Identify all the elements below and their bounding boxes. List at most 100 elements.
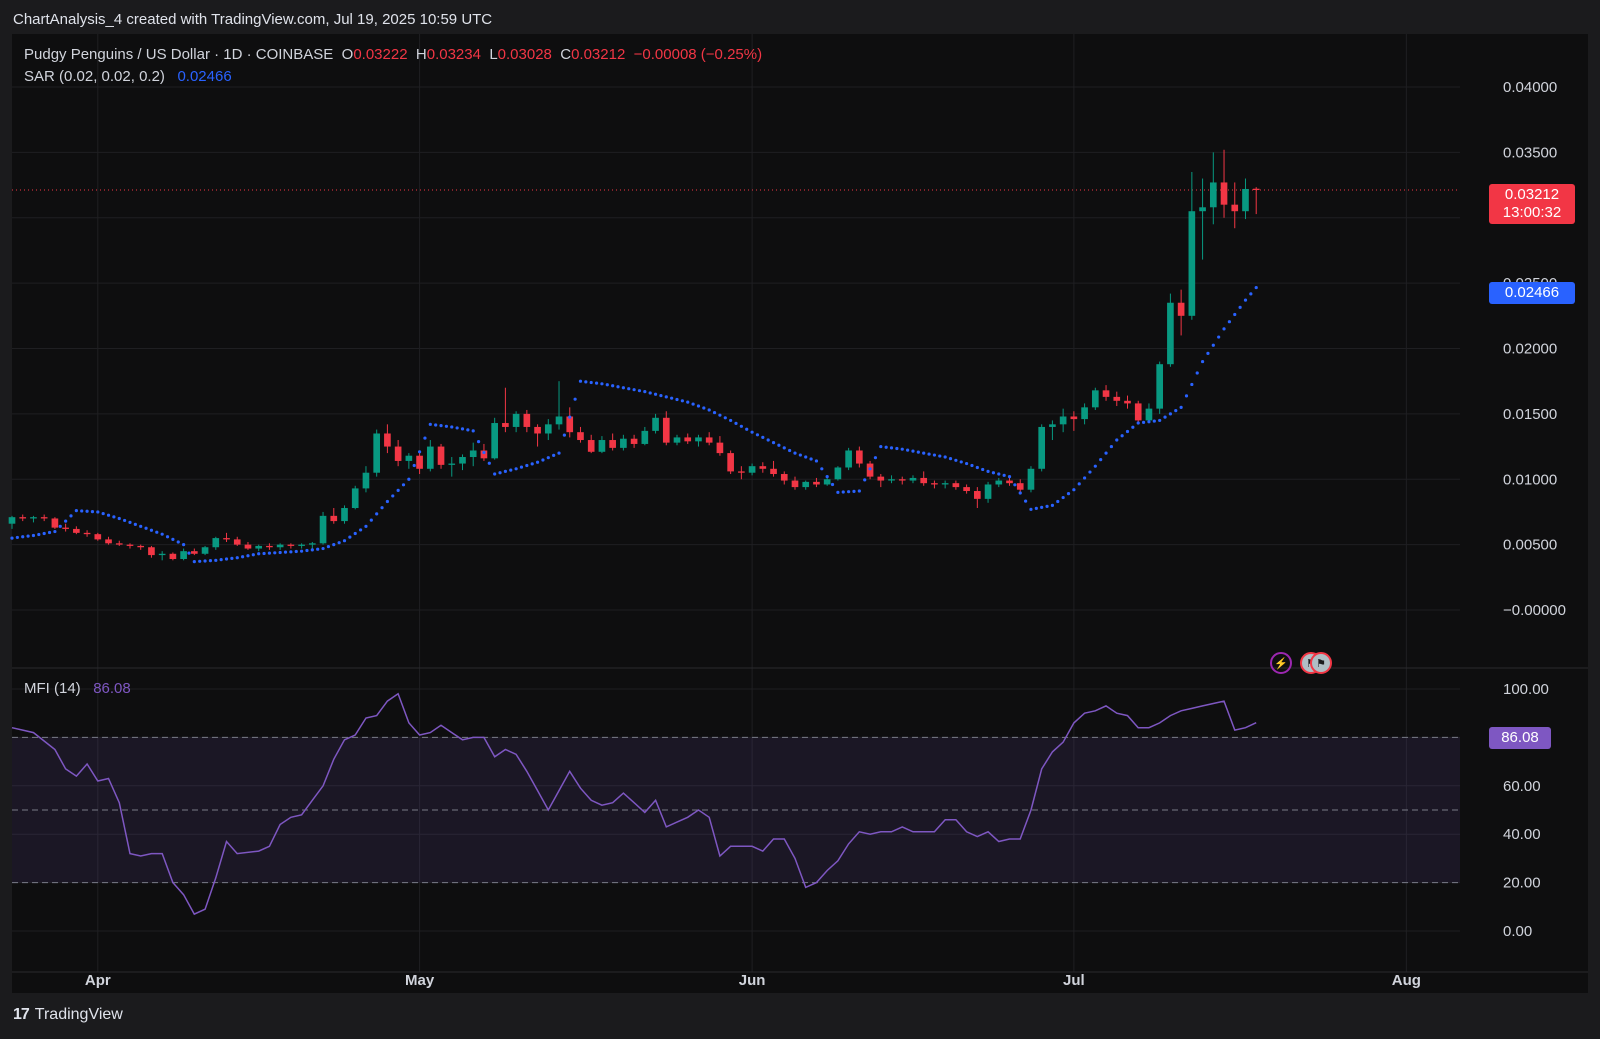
candle-body bbox=[502, 423, 509, 427]
sar-dot bbox=[391, 494, 395, 498]
sar-dot bbox=[637, 389, 642, 393]
sar-dot bbox=[879, 444, 883, 449]
sar-dot bbox=[37, 532, 41, 537]
sar-dot bbox=[493, 472, 497, 476]
sar-dot bbox=[578, 379, 583, 383]
candle-body bbox=[266, 545, 273, 548]
sar-dot bbox=[594, 381, 599, 385]
candle-body bbox=[244, 544, 252, 549]
candle-body bbox=[555, 416, 563, 425]
sar-dot bbox=[632, 388, 636, 392]
sar-dot bbox=[1061, 495, 1065, 500]
sar-dot bbox=[26, 534, 30, 538]
candle-body bbox=[287, 544, 295, 546]
sar-dot bbox=[112, 515, 116, 519]
candle-body bbox=[641, 430, 649, 444]
candle-body bbox=[727, 453, 734, 472]
candlestick-series bbox=[8, 149, 1260, 561]
candle-body bbox=[384, 433, 391, 447]
sar-dot bbox=[873, 456, 878, 460]
time-tick-label: May bbox=[405, 972, 435, 989]
sar-dot bbox=[927, 452, 931, 456]
sar-dot bbox=[1050, 503, 1055, 507]
sar-dot bbox=[712, 410, 717, 415]
candle-body bbox=[673, 437, 681, 443]
sar-dot bbox=[450, 425, 454, 429]
sar-dot bbox=[257, 552, 261, 556]
sar-dot bbox=[830, 482, 835, 487]
candle-body bbox=[19, 517, 27, 519]
sar-dot bbox=[1093, 464, 1097, 468]
mfi-tick-label: 0.00 bbox=[1503, 923, 1532, 940]
sar-dot bbox=[1109, 444, 1114, 449]
sar-dot bbox=[857, 489, 861, 493]
sar-dot bbox=[932, 453, 937, 457]
candle-body bbox=[984, 484, 992, 499]
sar-dot bbox=[884, 445, 888, 449]
candle-body bbox=[1134, 403, 1142, 421]
candle-body bbox=[330, 515, 338, 522]
sar-dot bbox=[1249, 292, 1253, 296]
sar-dot bbox=[262, 551, 266, 556]
sar-dot bbox=[670, 396, 674, 400]
us-flag-icon-2[interactable]: ⚑ bbox=[1310, 652, 1332, 674]
sar-dot bbox=[487, 461, 491, 465]
sar-dot bbox=[251, 553, 255, 557]
candle-body bbox=[405, 455, 413, 461]
tradingview-logo[interactable]: 17 TradingView bbox=[13, 1006, 123, 1024]
sar-dot bbox=[1125, 429, 1130, 434]
event-icons[interactable]: ⚡ ⚑ ⚑ bbox=[1270, 652, 1332, 674]
mfi-tick-label: 100.00 bbox=[1503, 681, 1549, 698]
sar-dot bbox=[155, 530, 159, 534]
sar-dot bbox=[916, 450, 920, 454]
chart-canvas[interactable]: 0.040000.035000.030000.025000.020000.015… bbox=[0, 0, 1600, 1039]
sar-dot bbox=[444, 424, 448, 428]
sar-dot bbox=[798, 453, 802, 457]
sar-dot bbox=[739, 424, 743, 428]
mfi-tick-label: 20.00 bbox=[1503, 875, 1541, 892]
mfi-legend-value: 86.08 bbox=[93, 680, 131, 697]
candle-body bbox=[1167, 302, 1174, 365]
sar-dot bbox=[723, 416, 727, 420]
lightning-icon[interactable]: ⚡ bbox=[1270, 652, 1292, 674]
sar-dot bbox=[198, 559, 202, 563]
sar-label: SAR (0.02, 0.02, 0.2) bbox=[24, 68, 165, 85]
candle-body bbox=[909, 477, 917, 481]
sar-dot bbox=[423, 436, 427, 440]
sar-dot bbox=[498, 471, 502, 475]
sar-dot bbox=[1104, 451, 1108, 455]
candle-body bbox=[995, 480, 1003, 485]
candle-body bbox=[1252, 188, 1260, 191]
sar-dot bbox=[841, 490, 845, 494]
sar-dot bbox=[165, 535, 170, 539]
sar-dot bbox=[69, 514, 73, 518]
candle-body bbox=[351, 488, 359, 509]
candle-body bbox=[1145, 408, 1153, 421]
candle-body bbox=[534, 426, 541, 434]
price-tick-label: 0.03500 bbox=[1503, 144, 1557, 161]
price-tick-label: 0.01000 bbox=[1503, 471, 1557, 488]
candle-body bbox=[1016, 483, 1024, 490]
last-price-value: 0.03212 bbox=[1504, 186, 1560, 203]
candle-body bbox=[770, 468, 777, 475]
candle-body bbox=[373, 433, 381, 473]
sar-dot bbox=[407, 477, 411, 481]
candle-body bbox=[888, 479, 895, 481]
sar-dot bbox=[133, 522, 137, 526]
sar-dot bbox=[364, 524, 368, 528]
candle-body bbox=[469, 450, 477, 458]
sar-dot bbox=[1013, 483, 1017, 487]
sar-dot bbox=[868, 467, 872, 471]
sar-dot bbox=[734, 421, 738, 425]
sar-dot bbox=[643, 390, 647, 394]
candle-body bbox=[169, 553, 177, 560]
sar-dot bbox=[1174, 409, 1178, 413]
sar-dot bbox=[123, 518, 127, 523]
candle-body bbox=[845, 450, 852, 468]
sar-dot bbox=[1168, 412, 1172, 416]
candle-body bbox=[276, 544, 284, 548]
tradingview-brand: TradingView bbox=[34, 1006, 123, 1023]
sar-dot bbox=[825, 475, 829, 479]
candle-body bbox=[512, 413, 520, 427]
sar-dot bbox=[1072, 488, 1076, 492]
